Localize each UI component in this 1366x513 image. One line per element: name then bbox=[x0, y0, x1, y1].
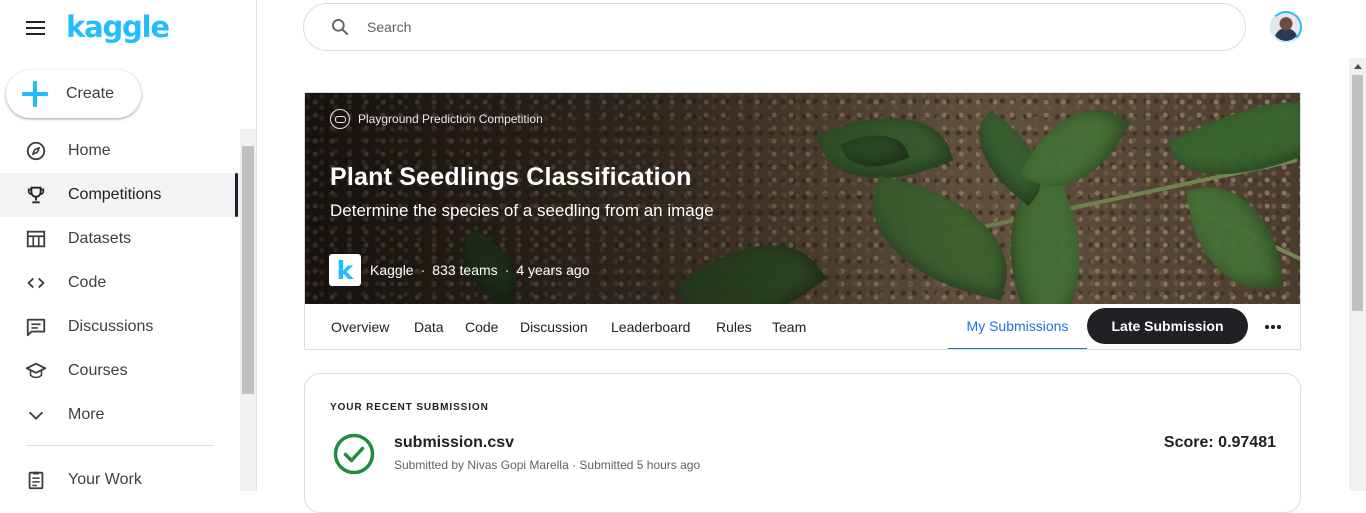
create-button[interactable]: Create bbox=[6, 70, 141, 118]
tab-leaderboard[interactable]: Leaderboard bbox=[611, 304, 690, 349]
sidebar-item-label: Your Work bbox=[68, 471, 142, 488]
sidebar-item-label: Courses bbox=[68, 362, 128, 379]
sidebar-item-your-work[interactable]: Your Work bbox=[0, 458, 240, 502]
search-icon bbox=[332, 19, 349, 36]
sidebar-item-label: Discussions bbox=[68, 318, 154, 335]
tab-my-submissions[interactable]: My Submissions bbox=[948, 304, 1087, 349]
competition-title: Plant Seedlings Classification bbox=[330, 163, 692, 191]
tab-discussion[interactable]: Discussion bbox=[520, 304, 588, 349]
create-label: Create bbox=[66, 85, 115, 102]
sidebar-item-label: Home bbox=[68, 142, 111, 159]
tab-code[interactable]: Code bbox=[465, 304, 498, 349]
playground-icon bbox=[330, 109, 350, 129]
sidebar-item-label: Code bbox=[68, 274, 107, 291]
tab-rules[interactable]: Rules bbox=[716, 304, 752, 349]
compass-icon bbox=[24, 139, 48, 163]
more-options-icon[interactable] bbox=[1260, 314, 1286, 340]
meta-separator: · bbox=[504, 262, 510, 278]
clipboard-icon bbox=[24, 468, 48, 492]
sidebar-item-competitions[interactable]: Competitions bbox=[0, 173, 240, 217]
sidebar-item-home[interactable]: Home bbox=[0, 129, 240, 173]
host-name[interactable]: Kaggle bbox=[370, 262, 414, 278]
sidebar-item-more[interactable]: More bbox=[0, 393, 240, 437]
graduation-cap-icon bbox=[24, 359, 48, 383]
check-circle-icon bbox=[333, 433, 375, 475]
tab-team[interactable]: Team bbox=[772, 304, 806, 349]
team-count: 833 teams bbox=[432, 262, 498, 278]
sidebar-scrollbar[interactable] bbox=[240, 129, 256, 491]
competition-type-label: Playground Prediction Competition bbox=[358, 112, 543, 126]
recent-submission-card: YOUR RECENT SUBMISSION submission.csv Su… bbox=[304, 373, 1301, 513]
sidebar-item-discussions[interactable]: Discussions bbox=[0, 305, 240, 349]
meta-separator: · bbox=[420, 262, 426, 278]
sidebar-item-courses[interactable]: Courses bbox=[0, 349, 240, 393]
competition-age: 4 years ago bbox=[516, 262, 590, 278]
sidebar-item-label: Datasets bbox=[68, 230, 132, 247]
plus-icon bbox=[22, 81, 48, 107]
sidebar-item-label: Competitions bbox=[68, 186, 162, 203]
trophy-icon bbox=[24, 183, 48, 207]
competition-tabs: Overview Data Code Discussion Leaderboar… bbox=[305, 304, 1300, 349]
hamburger-menu-icon[interactable] bbox=[24, 16, 48, 40]
submission-details: Submitted by Nivas Gopi Marella · Submit… bbox=[394, 458, 701, 472]
page-scrollbar[interactable] bbox=[1349, 58, 1366, 491]
recent-submission-heading: YOUR RECENT SUBMISSION bbox=[330, 402, 489, 413]
tab-data[interactable]: Data bbox=[414, 304, 444, 349]
comments-icon bbox=[24, 315, 48, 339]
sidebar: kaggle Create Home Competitions Datasets bbox=[0, 0, 257, 491]
sidebar-nav: Home Competitions Datasets Code Discussi… bbox=[0, 129, 240, 502]
competition-type: Playground Prediction Competition bbox=[330, 109, 543, 129]
competition-subtitle: Determine the species of a seedling from… bbox=[330, 201, 714, 220]
kaggle-logo[interactable]: kaggle bbox=[66, 10, 170, 44]
scroll-up-arrow-icon[interactable] bbox=[1354, 64, 1362, 69]
late-submission-button[interactable]: Late Submission bbox=[1087, 308, 1248, 344]
sidebar-item-datasets[interactable]: Datasets bbox=[0, 217, 240, 261]
search-input[interactable] bbox=[367, 19, 1167, 35]
sidebar-scrollbar-thumb[interactable] bbox=[242, 146, 254, 394]
table-icon bbox=[24, 227, 48, 251]
chevron-down-icon bbox=[24, 403, 48, 427]
sidebar-divider bbox=[26, 445, 214, 446]
tab-overview[interactable]: Overview bbox=[331, 304, 389, 349]
host-logo[interactable]: k bbox=[329, 254, 361, 286]
competition-meta: k Kaggle · 833 teams · 4 years ago bbox=[329, 254, 589, 286]
page-scrollbar-thumb[interactable] bbox=[1352, 75, 1363, 311]
competition-header: Playground Prediction Competition Plant … bbox=[304, 92, 1301, 350]
user-avatar[interactable] bbox=[1270, 11, 1302, 43]
code-icon bbox=[24, 271, 48, 295]
submission-filename[interactable]: submission.csv bbox=[394, 434, 514, 452]
sidebar-item-label: More bbox=[68, 406, 105, 423]
submission-score: Score: 0.97481 bbox=[1163, 434, 1276, 451]
search-bar[interactable] bbox=[303, 3, 1246, 51]
sidebar-item-code[interactable]: Code bbox=[0, 261, 240, 305]
